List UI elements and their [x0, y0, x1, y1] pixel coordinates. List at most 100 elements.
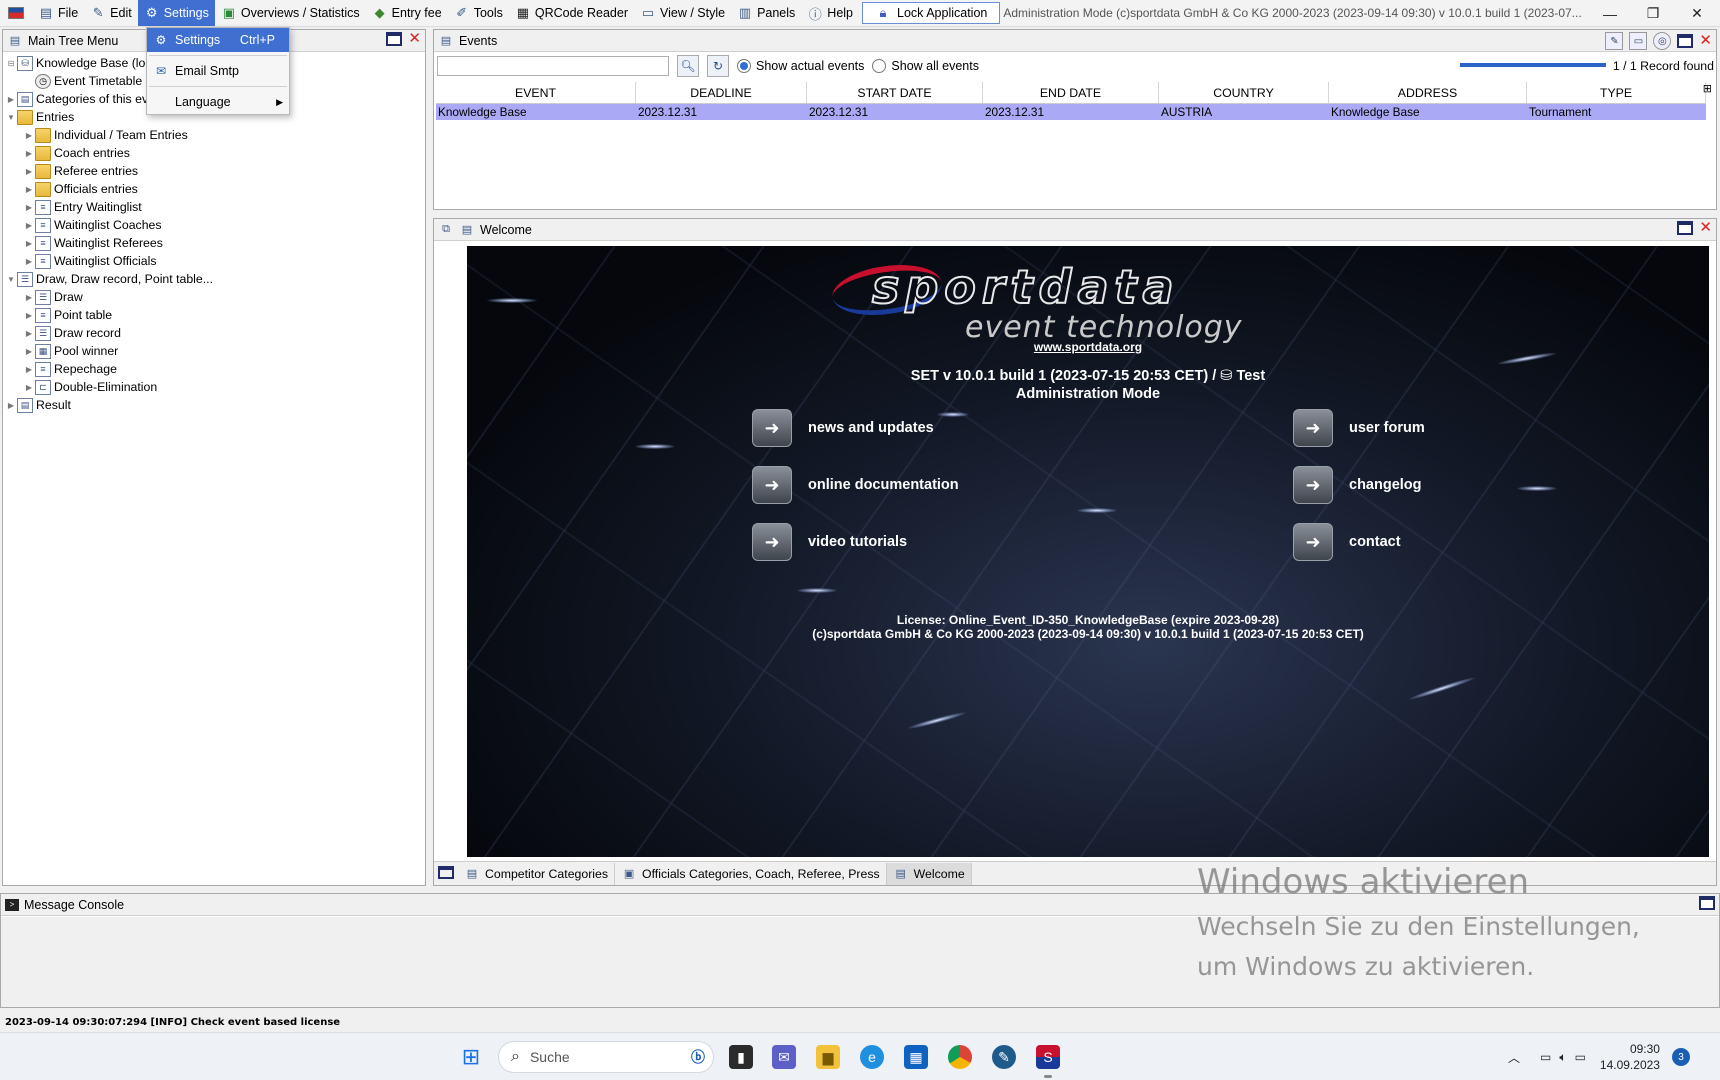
battery-icon[interactable]: ▭: [1575, 1050, 1586, 1064]
settings-menu-item[interactable]: ⚙ Settings Ctrl+P: [147, 28, 289, 52]
menu-edit[interactable]: ✎ Edit: [84, 0, 138, 26]
expand-arrow-icon[interactable]: ▶: [23, 239, 35, 248]
expand-arrow-icon[interactable]: ▶: [23, 293, 35, 302]
task-view-icon[interactable]: ▮: [729, 1045, 753, 1069]
expand-arrow-icon[interactable]: ▶: [23, 365, 35, 374]
column-chooser-icon[interactable]: ⊞: [1703, 82, 1712, 95]
contact-link[interactable]: ➜ contact: [1293, 523, 1401, 561]
show-all-events-radio[interactable]: Show all events: [872, 59, 979, 73]
close-window-button[interactable]: ✕: [1674, 0, 1720, 27]
tree-item[interactable]: ▶ ≡ Waitinglist Officials: [3, 252, 425, 270]
restore-button[interactable]: ❐: [1630, 0, 1676, 27]
tree-item[interactable]: ▶ ⊏ Double-Elimination: [3, 378, 425, 396]
tree-item[interactable]: ▶ ▦ Pool winner: [3, 342, 425, 360]
taskbar-search[interactable]: ⌕ Suche ⓑ: [498, 1041, 714, 1073]
expand-arrow-icon[interactable]: ▶: [23, 257, 35, 266]
expand-arrow-icon[interactable]: ▶: [5, 401, 17, 410]
expand-arrow-icon[interactable]: ▶: [23, 203, 35, 212]
tree-item[interactable]: ▶ ☰ Draw record: [3, 324, 425, 342]
column-header[interactable]: EVENT: [436, 82, 636, 103]
website-link-text[interactable]: www.sportdata.org: [1034, 340, 1142, 354]
expand-arrow-icon[interactable]: ▶: [23, 149, 35, 158]
tree-item[interactable]: ▶ ▤ Result: [3, 396, 425, 414]
tree-item[interactable]: ▶ Referee entries: [3, 162, 425, 180]
menu-overviews-statistics[interactable]: ▣ Overviews / Statistics: [215, 0, 366, 26]
video-tutorials-link[interactable]: ➜ video tutorials: [752, 523, 907, 561]
expand-arrow-icon[interactable]: ▶: [23, 167, 35, 176]
settings-circle-icon[interactable]: ◎: [1653, 32, 1672, 50]
events-search-input[interactable]: [437, 56, 669, 76]
expand-arrow-icon[interactable]: ▶: [23, 185, 35, 194]
column-header[interactable]: ADDRESS: [1329, 82, 1527, 103]
menu-tools[interactable]: ✐ Tools: [448, 0, 509, 26]
online-documentation-link[interactable]: ➜ online documentation: [752, 466, 959, 504]
minimize-button[interactable]: —: [1587, 0, 1633, 27]
tab-competitor-categories[interactable]: ▤ Competitor Categories: [458, 862, 616, 885]
chevron-up-icon[interactable]: ︿: [1508, 1049, 1520, 1066]
menu-file[interactable]: ▤ File: [32, 0, 84, 26]
tree-item[interactable]: ▼ ☰ Draw, Draw record, Point table...: [3, 270, 425, 288]
tree-item[interactable]: ▶ ≡ Point table: [3, 306, 425, 324]
column-header[interactable]: END DATE: [983, 82, 1159, 103]
column-header[interactable]: COUNTRY: [1159, 82, 1329, 103]
chrome-browser-icon[interactable]: [948, 1045, 972, 1069]
close-panel-button[interactable]: ✕: [1699, 33, 1712, 48]
menu-help[interactable]: ⓘ Help: [801, 0, 859, 26]
tab-window-icon[interactable]: [434, 865, 458, 882]
app-feather-icon[interactable]: ✎: [992, 1045, 1016, 1069]
menu-settings[interactable]: ⚙ Settings: [137, 0, 215, 26]
show-actual-events-radio[interactable]: Show actual events: [737, 59, 864, 73]
user-forum-link[interactable]: ➜ user forum: [1293, 409, 1425, 447]
edit-event-icon[interactable]: ✎: [1605, 32, 1624, 50]
expand-arrow-icon[interactable]: ▶: [23, 311, 35, 320]
email-smtp-menu-item[interactable]: ✉ Email Smtp: [147, 59, 289, 83]
tab-officials-categories[interactable]: ▣ Officials Categories, Coach, Referee, P…: [615, 862, 887, 885]
tree-item[interactable]: ▶ Officials entries: [3, 180, 425, 198]
table-row[interactable]: Knowledge Base 2023.12.31 2023.12.31 2023.1…: [436, 104, 1706, 120]
app-logo-icon[interactable]: [8, 7, 24, 19]
expand-arrow-icon[interactable]: ▶: [23, 131, 35, 140]
expand-arrow-icon[interactable]: ▶: [23, 383, 35, 392]
expand-arrow-icon[interactable]: ▶: [5, 95, 17, 104]
expanded-arrow-icon[interactable]: ▼: [5, 275, 17, 284]
windows-start-icon[interactable]: ⊞: [459, 1044, 483, 1069]
tree-item[interactable]: ▶ ☰ Draw: [3, 288, 425, 306]
notification-badge[interactable]: 3: [1671, 1048, 1690, 1066]
tree-item[interactable]: ▶ Coach entries: [3, 144, 425, 162]
tab-welcome[interactable]: ▤ Welcome: [886, 862, 972, 885]
news-and-updates-link[interactable]: ➜ news and updates: [752, 409, 934, 447]
changelog-link[interactable]: ➜ changelog: [1293, 466, 1422, 504]
file-explorer-icon[interactable]: ▆: [816, 1045, 840, 1069]
close-panel-button[interactable]: ✕: [408, 31, 421, 46]
expand-arrow-icon[interactable]: ▶: [23, 347, 35, 356]
column-header[interactable]: DEADLINE: [636, 82, 807, 103]
lock-application-button[interactable]: 🔒︎ Lock Application: [862, 2, 1001, 24]
close-panel-button[interactable]: ✕: [1699, 220, 1712, 235]
microsoft-store-icon[interactable]: ▦: [904, 1045, 928, 1069]
maximize-panel-button[interactable]: [1677, 221, 1694, 235]
tree-item[interactable]: ▶ Individual / Team Entries: [3, 126, 425, 144]
copy-icon[interactable]: ⧉: [438, 222, 454, 238]
expand-arrow-icon[interactable]: ▶: [23, 329, 35, 338]
edge-browser-icon[interactable]: e: [860, 1045, 884, 1069]
maximize-panel-button[interactable]: [1699, 896, 1715, 910]
open-folder-icon[interactable]: ▭: [1629, 32, 1648, 50]
menu-qrcode-reader[interactable]: ▦ QRCode Reader: [509, 0, 634, 26]
tree-item[interactable]: ▶ ≡ Waitinglist Referees: [3, 234, 425, 252]
column-header[interactable]: TYPE: [1527, 82, 1706, 103]
website-link[interactable]: www.sportdata.org: [467, 340, 1709, 354]
language-menu-item[interactable]: Language ▶: [147, 90, 289, 114]
column-header[interactable]: START DATE: [807, 82, 983, 103]
volume-icon[interactable]: 🔈︎: [1559, 1050, 1566, 1065]
tree-item[interactable]: ▶ ≡ Waitinglist Coaches: [3, 216, 425, 234]
search-icon[interactable]: 🔍︎: [677, 55, 699, 77]
sportdata-app-icon[interactable]: S: [1036, 1045, 1060, 1069]
menu-view-style[interactable]: ▭ View / Style: [634, 0, 731, 26]
refresh-icon[interactable]: ↻: [707, 55, 729, 77]
network-icon[interactable]: ▭: [1540, 1050, 1551, 1064]
menu-entry-fee[interactable]: ◆ Entry fee: [366, 0, 448, 26]
menu-panels[interactable]: ▥ Panels: [731, 0, 801, 26]
tree-item[interactable]: ▶ ≡ Repechage: [3, 360, 425, 378]
collapse-icon[interactable]: ⊟: [5, 59, 17, 68]
maximize-panel-button[interactable]: [386, 32, 403, 46]
